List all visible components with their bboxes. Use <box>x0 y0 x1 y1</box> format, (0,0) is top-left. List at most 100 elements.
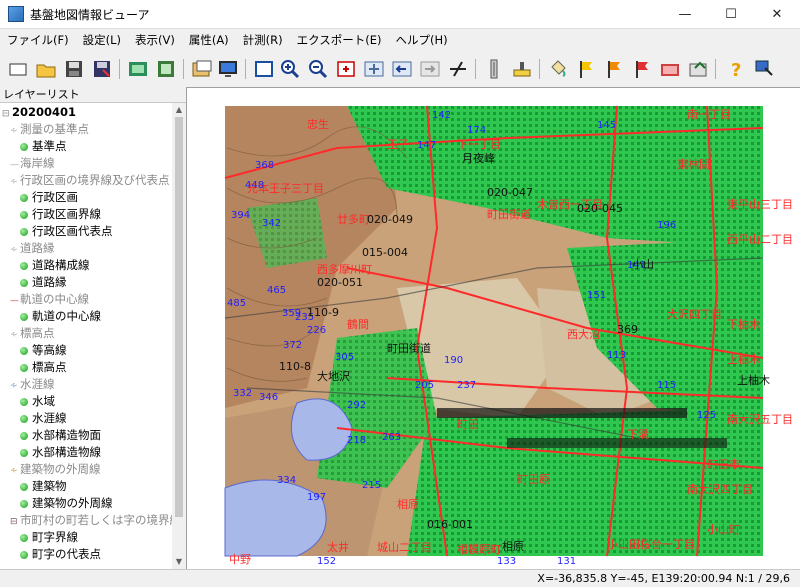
group-item[interactable]: —軌道の中心線 <box>10 291 89 308</box>
menu-help[interactable]: ヘルプ(H) <box>389 29 455 51</box>
zoom-out-icon[interactable] <box>306 57 330 81</box>
status-bar: X=-36,835.8 Y=-45, E139:20:00.94 N:1 / 2… <box>0 569 800 587</box>
scroll-thumb[interactable] <box>175 117 183 517</box>
layer-item[interactable]: 建築物 <box>20 478 67 495</box>
map-number: 145 <box>597 120 616 131</box>
menu-file[interactable]: ファイル(F) <box>0 29 76 51</box>
menu-settings[interactable]: 設定(L) <box>76 29 128 51</box>
menu-view[interactable]: 表示(V) <box>128 29 182 51</box>
zoom-box-icon[interactable] <box>252 57 276 81</box>
group-item[interactable]: ∻ 測量の基準点 <box>10 121 89 138</box>
layer-table-icon[interactable] <box>658 57 682 81</box>
group-item[interactable]: ⊟市町村の町若しくは字の境界線及 <box>10 512 172 529</box>
layer-item[interactable]: 標高点 <box>20 359 67 376</box>
print-layout-icon[interactable] <box>126 57 150 81</box>
back-icon[interactable] <box>390 57 414 81</box>
map-number: 394 <box>231 210 250 221</box>
flag-orange-icon[interactable] <box>602 57 626 81</box>
tree-root[interactable]: ⊟ 20200401 <box>2 104 76 121</box>
measure-icon[interactable] <box>446 57 470 81</box>
layer-item[interactable]: 等高線 <box>20 342 67 359</box>
layer-item[interactable]: 町字界線 <box>20 529 78 546</box>
map-number: 215 <box>362 480 381 491</box>
map-number: 142 <box>432 110 451 121</box>
scale-horizontal-icon[interactable] <box>510 57 534 81</box>
map-number: 113 <box>607 350 626 361</box>
map-label: 下一丁目 <box>457 138 501 151</box>
group-icon: — <box>10 296 19 306</box>
group-item[interactable]: ∻ 行政区画の境界線及び代表点 <box>10 172 170 189</box>
forward-icon[interactable] <box>418 57 442 81</box>
layer-item[interactable]: 水部構造物線 <box>20 444 101 461</box>
map-number: 332 <box>233 388 252 399</box>
save-as-disk-icon[interactable] <box>90 57 114 81</box>
svg-text:?: ? <box>731 60 741 80</box>
layer-item[interactable]: 水域 <box>20 393 55 410</box>
export-sheet-icon[interactable] <box>686 57 710 81</box>
map-canvas[interactable]: 忠生 元本王子三丁目 廿多町 西多摩川町 王子 相原 町田街道 町田 城山二丁目… <box>187 87 800 570</box>
layer-panel: レイヤーリスト ⊟ 20200401 ∻ 測量の基準点 基準点 —海岸線 ∻ 行政区画… <box>0 87 187 569</box>
menu-measure[interactable]: 計測(R) <box>236 29 290 51</box>
flag-yellow-icon[interactable] <box>574 57 598 81</box>
layer-item[interactable]: 軌道の中心線 <box>20 308 101 325</box>
flag-red-icon[interactable] <box>630 57 654 81</box>
minus-icon: ⊟ <box>2 109 10 119</box>
layer-item[interactable]: 道路縁 <box>20 274 67 291</box>
map-number: 263 <box>382 432 401 443</box>
layer-item[interactable]: 町字の代表点 <box>20 546 101 563</box>
scale-vertical-icon[interactable] <box>482 57 506 81</box>
map-number: 372 <box>283 340 302 351</box>
layer-item[interactable]: 行政区画 <box>20 189 78 206</box>
map-label: 忠生 <box>307 117 329 131</box>
scroll-down-icon[interactable]: ▼ <box>172 555 186 569</box>
scroll-up-icon[interactable]: ▲ <box>172 103 186 117</box>
group-item[interactable]: ∻ 道路縁 <box>10 240 55 257</box>
layer-dot-icon <box>20 551 28 559</box>
layer-panel-scrollbar[interactable]: ▲ ▼ <box>172 103 186 569</box>
map-number: 237 <box>457 380 476 391</box>
save-disk-icon[interactable] <box>62 57 86 81</box>
zoom-in-icon[interactable] <box>278 57 302 81</box>
layer-dot-icon <box>20 347 28 355</box>
map-label: 町田 <box>457 418 479 431</box>
open-folder-icon[interactable] <box>34 57 58 81</box>
map-label: 南大沢四丁目 <box>687 482 753 496</box>
map-place-label: 020-051 <box>317 276 363 289</box>
pan-icon[interactable] <box>362 57 386 81</box>
layer-item[interactable]: 道路構成線 <box>20 257 90 274</box>
layer-item[interactable]: 水涯線 <box>20 410 67 427</box>
layer-item[interactable]: 行政区画界線 <box>20 206 101 223</box>
help-icon[interactable]: ? <box>724 57 748 81</box>
zoom-fit-icon[interactable] <box>334 57 358 81</box>
close-button[interactable]: ✕ <box>754 0 800 28</box>
layer-item[interactable]: 行政区画代表点 <box>20 223 113 240</box>
layer-item[interactable]: 建築物の外周線 <box>20 495 113 512</box>
minimize-button[interactable]: — <box>662 0 708 28</box>
map-label: 下柚木 <box>727 317 760 331</box>
new-file-icon[interactable] <box>6 57 30 81</box>
layer-item[interactable]: 基準点 <box>20 138 67 155</box>
info-pointer-icon[interactable] <box>752 57 776 81</box>
layer-item[interactable]: 水部構造物面 <box>20 427 101 444</box>
group-icon: ∻ <box>10 381 18 391</box>
group-item[interactable]: —海岸線 <box>10 155 55 172</box>
group-item[interactable]: ∻ 標高点 <box>10 325 55 342</box>
maximize-button[interactable]: ☐ <box>708 0 754 28</box>
menu-attributes[interactable]: 属性(A) <box>182 29 236 51</box>
import-icon[interactable] <box>190 57 214 81</box>
menu-export[interactable]: エクスポート(E) <box>290 29 389 51</box>
map-number: 368 <box>255 160 274 171</box>
paint-bucket-icon[interactable] <box>546 57 570 81</box>
group-item[interactable]: ∻ 水涯線 <box>10 376 55 393</box>
menu-bar: ファイル(F) 設定(L) 表示(V) 属性(A) 計測(R) エクスポート(E… <box>0 29 800 51</box>
layer-dot-icon <box>20 313 28 321</box>
map-svg[interactable]: 忠生 元本王子三丁目 廿多町 西多摩川町 王子 相原 町田街道 町田 城山二丁目… <box>187 88 800 570</box>
layer-dot-icon <box>20 500 28 508</box>
layer-dot-icon <box>20 194 28 202</box>
title-bar: 基盤地図情報ビューア — ☐ ✕ <box>0 0 800 29</box>
map-number: 197 <box>307 492 326 503</box>
map-place-label: 小山 <box>632 258 654 271</box>
monitor-icon[interactable] <box>216 57 240 81</box>
print-icon[interactable] <box>154 57 178 81</box>
group-item[interactable]: ∻ 建築物の外周線 <box>10 461 101 478</box>
